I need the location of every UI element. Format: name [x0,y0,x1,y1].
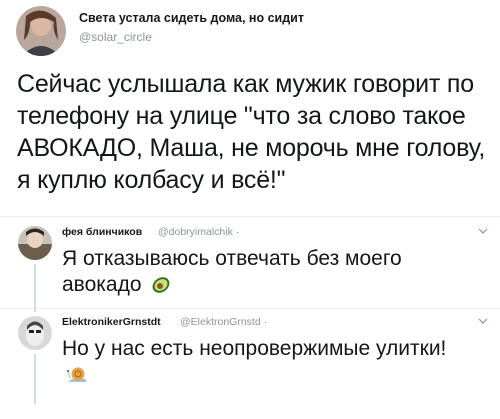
snail-icon [66,365,88,392]
author-avatar[interactable] [16,6,66,56]
avatar-photo [18,316,52,350]
thread-line [34,354,36,404]
reply-avatar[interactable] [18,316,52,350]
chevron-down-icon[interactable] [478,316,488,328]
thread-line [34,264,36,312]
reply-author-handle[interactable]: @ElektronGrnstd · [180,316,267,328]
author-handle[interactable]: @solar_circle [79,30,152,44]
tweet-divider [0,216,500,217]
reply-author-name[interactable]: фея блинчиков [62,226,142,238]
reply-divider [0,308,500,309]
tweet-text: Сейчас услышала как мужик говорит по тел… [17,70,486,194]
reply-text-content: Но у нас есть неопровержимые улитки! [62,337,447,360]
avatar-photo [16,6,66,56]
chevron-down-icon[interactable] [478,226,488,238]
reply-author-handle[interactable]: @dobryimalchik · [158,226,239,238]
reply-avatar[interactable] [18,226,52,260]
author-name[interactable]: Света устала сидеть дома, но сидит [79,11,304,25]
avocado-icon [151,275,171,302]
avatar-photo [18,226,52,260]
reply-text: Я отказываюсь отвечать без моего авокадо [62,246,442,302]
reply-text: Но у нас есть неопровержимые улитки! [62,336,462,392]
reply-author-name[interactable]: ElektronikerGrnstdt [62,316,161,328]
reply-text-content: Я отказываюсь отвечать без моего авокадо [62,247,402,296]
